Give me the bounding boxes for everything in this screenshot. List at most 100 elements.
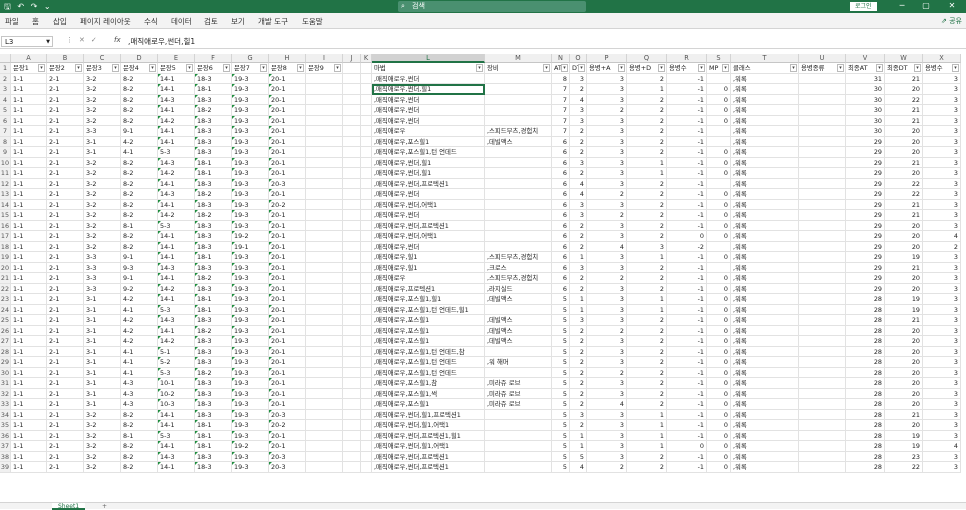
column-header-g[interactable]: G — [232, 54, 269, 63]
row-number[interactable]: 36 — [0, 430, 11, 441]
data-cell[interactable]: 1-1 — [11, 147, 47, 158]
data-cell[interactable]: 8-2 — [121, 168, 158, 179]
data-cell[interactable]: 2-1 — [47, 189, 84, 200]
data-cell[interactable]: 2 — [587, 325, 627, 336]
data-cell[interactable] — [361, 147, 372, 158]
data-cell[interactable] — [361, 430, 372, 441]
data-cell[interactable]: 3 — [627, 241, 667, 252]
data-cell[interactable] — [485, 409, 552, 420]
column-header-d[interactable]: D — [121, 54, 158, 63]
data-cell[interactable]: -1 — [667, 252, 707, 263]
data-cell[interactable]: 3 — [923, 189, 961, 200]
data-cell[interactable]: 8-2 — [121, 73, 158, 84]
data-cell[interactable]: -1 — [667, 147, 707, 158]
data-cell[interactable]: 3 — [587, 283, 627, 294]
data-cell[interactable]: ,워록 — [731, 126, 799, 137]
tab-view[interactable]: 보기 — [231, 16, 245, 27]
header-cell-c[interactable]: 문장3 ▾ — [84, 63, 121, 74]
filter-dropdown-icon[interactable]: ▾ — [618, 64, 625, 72]
data-cell[interactable]: 20-1 — [269, 136, 306, 147]
data-cell[interactable] — [361, 115, 372, 126]
data-cell[interactable]: -1 — [667, 136, 707, 147]
data-cell[interactable]: 2-1 — [47, 399, 84, 410]
row-number[interactable]: 22 — [0, 283, 11, 294]
data-cell[interactable]: 6 — [552, 220, 570, 231]
data-cell[interactable] — [306, 420, 343, 431]
data-cell[interactable]: 0 — [707, 388, 731, 399]
data-cell[interactable]: 3-1 — [84, 147, 121, 158]
row-number[interactable]: 34 — [0, 409, 11, 420]
data-cell[interactable]: 20 — [885, 147, 923, 158]
data-cell[interactable]: 1-1 — [11, 462, 47, 473]
data-cell[interactable]: 0 — [707, 273, 731, 284]
data-cell[interactable]: 2 — [627, 388, 667, 399]
data-cell[interactable]: 19-3 — [232, 294, 269, 305]
data-cell[interactable]: 8-2 — [121, 157, 158, 168]
data-cell[interactable]: 0 — [707, 231, 731, 242]
data-cell[interactable]: 0 — [707, 357, 731, 368]
data-cell[interactable]: 7 — [552, 126, 570, 137]
data-cell[interactable]: 18-1 — [195, 294, 232, 305]
data-cell[interactable]: 0 — [667, 441, 707, 452]
data-cell[interactable]: 4-1 — [121, 304, 158, 315]
data-cell[interactable]: 0 — [707, 325, 731, 336]
data-cell[interactable] — [361, 262, 372, 273]
filter-dropdown-icon[interactable]: ▾ — [476, 64, 483, 72]
row-number[interactable]: 3 — [0, 84, 11, 95]
data-cell[interactable]: ,매직애로우,썬더,힐1 — [372, 157, 485, 168]
data-cell[interactable]: 20-1 — [269, 189, 306, 200]
data-cell[interactable]: ,매직애로우,포스힐1 — [372, 136, 485, 147]
data-cell[interactable]: 2-1 — [47, 94, 84, 105]
data-cell[interactable]: 0 — [707, 199, 731, 210]
data-cell[interactable] — [799, 441, 846, 452]
data-cell[interactable]: 19-3 — [232, 94, 269, 105]
data-cell[interactable] — [799, 231, 846, 242]
data-cell[interactable]: 8-2 — [121, 409, 158, 420]
data-cell[interactable]: 19-2 — [232, 231, 269, 242]
data-cell[interactable]: 3 — [923, 262, 961, 273]
data-cell[interactable]: 20-3 — [269, 409, 306, 420]
data-cell[interactable]: 20-1 — [269, 262, 306, 273]
row-number[interactable]: 13 — [0, 189, 11, 200]
data-cell[interactable]: 1-1 — [11, 199, 47, 210]
data-cell[interactable] — [343, 178, 361, 189]
data-cell[interactable]: 3 — [570, 73, 587, 84]
data-cell[interactable]: ,워록 — [731, 94, 799, 105]
data-cell[interactable]: ,워록 — [731, 283, 799, 294]
data-cell[interactable] — [361, 325, 372, 336]
data-cell[interactable]: 3-3 — [84, 252, 121, 263]
data-cell[interactable]: ,워록 — [731, 273, 799, 284]
data-cell[interactable]: 8-2 — [121, 84, 158, 95]
data-cell[interactable] — [361, 336, 372, 347]
data-cell[interactable]: 19-3 — [232, 430, 269, 441]
data-cell[interactable]: 3 — [923, 73, 961, 84]
data-cell[interactable]: 21 — [885, 115, 923, 126]
column-header-w[interactable]: W — [885, 54, 923, 63]
data-cell[interactable] — [306, 241, 343, 252]
data-cell[interactable]: 5 — [552, 294, 570, 305]
data-cell[interactable]: 20-1 — [269, 346, 306, 357]
data-cell[interactable]: 2-1 — [47, 357, 84, 368]
filter-dropdown-icon[interactable]: ▾ — [561, 64, 568, 72]
data-cell[interactable]: 1 — [627, 420, 667, 431]
data-cell[interactable]: 2 — [570, 231, 587, 242]
data-cell[interactable]: 18-2 — [195, 210, 232, 221]
tab-help[interactable]: 도움말 — [302, 16, 323, 27]
data-cell[interactable] — [361, 220, 372, 231]
data-cell[interactable]: 3 — [587, 294, 627, 305]
data-cell[interactable] — [361, 178, 372, 189]
data-cell[interactable]: 2-1 — [47, 346, 84, 357]
data-cell[interactable] — [799, 178, 846, 189]
data-cell[interactable] — [343, 283, 361, 294]
data-cell[interactable] — [485, 220, 552, 231]
data-cell[interactable]: 1-1 — [11, 451, 47, 462]
data-cell[interactable] — [485, 105, 552, 116]
row-number[interactable]: 11 — [0, 168, 11, 179]
data-cell[interactable]: 1-1 — [11, 367, 47, 378]
data-cell[interactable]: 0 — [707, 346, 731, 357]
row-number[interactable]: 37 — [0, 441, 11, 452]
data-cell[interactable]: 2 — [570, 283, 587, 294]
data-cell[interactable] — [306, 315, 343, 326]
data-cell[interactable] — [799, 346, 846, 357]
data-cell[interactable] — [485, 367, 552, 378]
